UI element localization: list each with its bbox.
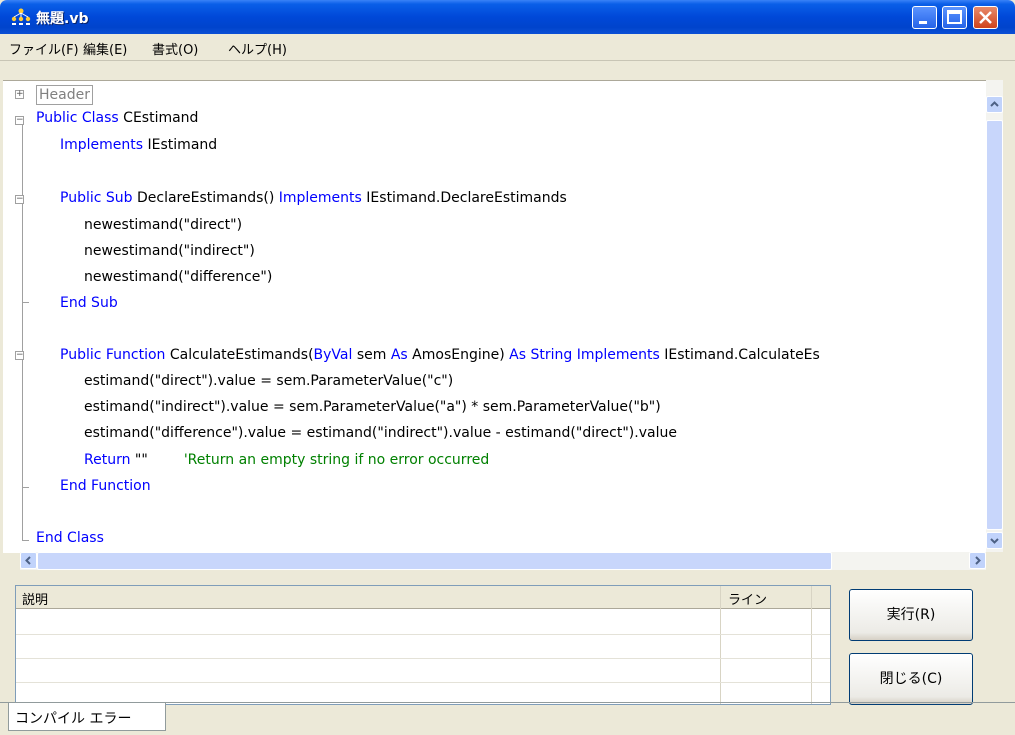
run-button[interactable]: 実行(R) (849, 589, 973, 641)
code-line: End Class (36, 530, 104, 546)
collapse-icon[interactable]: − (15, 195, 24, 204)
maximize-button[interactable] (942, 6, 967, 29)
chevron-left-icon (25, 556, 31, 565)
code-line: newestimand("indirect") (84, 243, 255, 259)
column-description[interactable]: 説明 (22, 589, 48, 608)
fold-end (22, 302, 29, 303)
expand-icon[interactable]: + (15, 90, 24, 99)
error-list-header: 説明 ライン (16, 586, 830, 609)
chevron-up-icon (990, 101, 999, 107)
code-line: Implements IEstimand (60, 137, 218, 153)
chevron-right-icon (975, 556, 981, 565)
fold-guide (22, 125, 23, 540)
compile-error-list[interactable]: 説明 ライン (15, 585, 831, 705)
chevron-down-icon (990, 538, 999, 544)
collapse-icon[interactable]: − (15, 116, 24, 125)
app-icon (11, 8, 31, 25)
tab-compile-errors[interactable]: コンパイル エラー (8, 703, 166, 731)
code-line: Public Class CEstimand (36, 110, 199, 126)
horizontal-scrollbar[interactable] (20, 552, 986, 570)
collapse-icon[interactable]: − (15, 351, 24, 360)
code-line: Return "" 'Return an empty string if no e… (84, 452, 490, 468)
scroll-right-button[interactable] (969, 552, 986, 569)
code-line: estimand("indirect").value = sem.Paramet… (84, 399, 661, 415)
header-region[interactable]: Header (36, 85, 93, 105)
title-bar[interactable]: 無題.vb (0, 0, 1015, 34)
menu-file[interactable]: ファイル(F) (9, 39, 79, 58)
vertical-scroll-thumb[interactable] (986, 120, 1003, 530)
code-line: Public Function CalculateEstimands(ByVal… (60, 347, 820, 363)
code-editor[interactable]: + Header − − − Public Class CEstimand Im… (3, 80, 986, 553)
code-line: estimand("direct").value = sem.Parameter… (84, 373, 454, 389)
minimize-icon (919, 21, 927, 24)
close-icon (979, 11, 992, 24)
scroll-down-button[interactable] (986, 532, 1003, 549)
column-divider[interactable] (811, 586, 812, 704)
code-line: End Function (60, 478, 151, 494)
window-title: 無題.vb (36, 11, 89, 27)
horizontal-scroll-thumb[interactable] (37, 552, 832, 570)
menu-help[interactable]: ヘルプ(H) (228, 39, 287, 58)
fold-end (22, 487, 29, 488)
column-divider[interactable] (720, 586, 721, 704)
scroll-up-button[interactable] (986, 96, 1003, 113)
fold-end (22, 540, 29, 541)
table-row (16, 682, 830, 683)
code-line: End Sub (60, 295, 118, 311)
code-line: newestimand("direct") (84, 217, 243, 233)
table-row (16, 634, 830, 635)
menu-bar: ファイル(F) 編集(E) 書式(O) ヘルプ(H) (0, 34, 1015, 61)
code-line: estimand("difference").value = estimand(… (84, 425, 677, 441)
table-row (16, 658, 830, 659)
column-line[interactable]: ライン (728, 589, 767, 608)
menu-edit[interactable]: 編集(E) (83, 39, 127, 58)
close-window-button[interactable] (973, 6, 998, 29)
close-button[interactable]: 閉じる(C) (849, 653, 973, 705)
minimize-button[interactable] (912, 6, 937, 29)
menu-format[interactable]: 書式(O) (152, 39, 198, 58)
vertical-scrollbar[interactable] (986, 80, 1003, 552)
scroll-left-button[interactable] (20, 552, 37, 569)
code-line: newestimand("difference") (84, 269, 273, 285)
code-line: Public Sub DeclareEstimands() Implements… (60, 190, 567, 206)
maximize-icon (947, 10, 962, 24)
